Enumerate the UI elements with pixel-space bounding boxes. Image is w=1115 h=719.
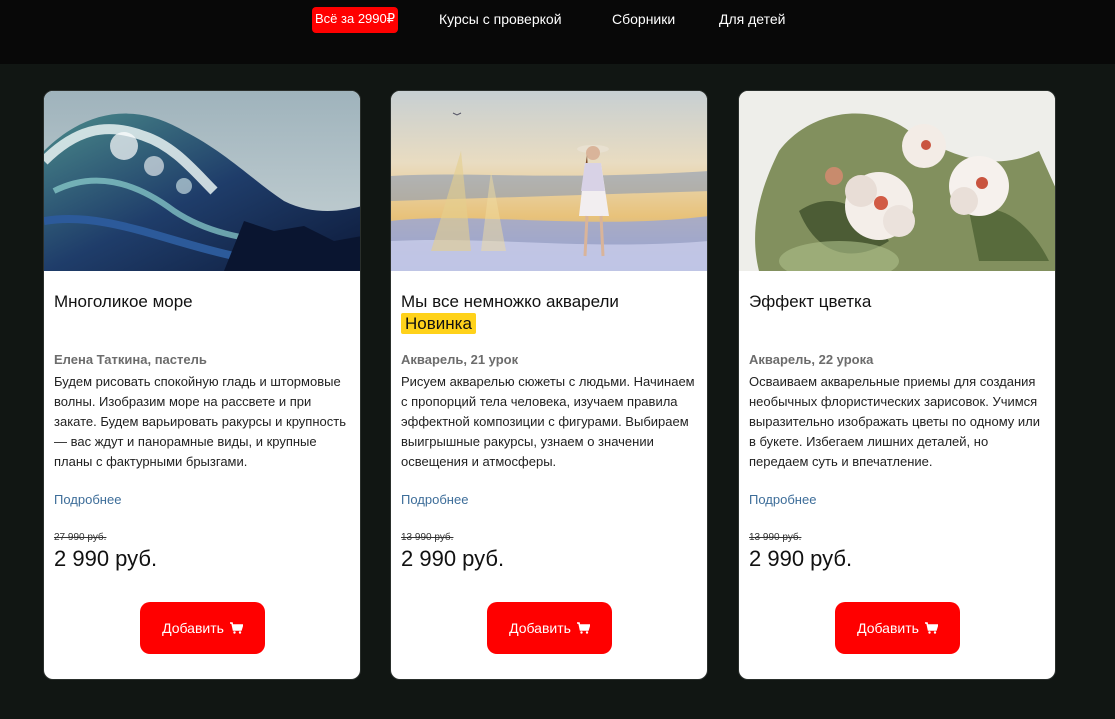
add-to-cart-button[interactable]: Добавить — [487, 602, 612, 654]
nav-item-for-kids[interactable]: Для детей — [719, 8, 785, 32]
add-to-cart-button[interactable]: Добавить — [140, 602, 265, 654]
add-to-cart-button[interactable]: Добавить — [835, 602, 960, 654]
more-link[interactable]: Подробнее — [54, 492, 121, 507]
nav-item-courses-with-review[interactable]: Курсы с проверкой — [439, 8, 562, 32]
course-image-stormy-sea[interactable] — [44, 91, 360, 271]
old-price: 13 990 руб. — [749, 532, 802, 543]
course-description: Осваиваем акварельные приемы для создани… — [749, 374, 1041, 469]
course-meta: Елена Таткина, пастель — [54, 352, 207, 367]
course-description: Рисуем акварелью сюжеты с людьми. Начина… — [401, 374, 695, 469]
top-navigation-bar: Всё за 2990₽ Курсы с проверкой Сборники … — [0, 0, 1115, 64]
add-button-label: Добавить — [857, 620, 919, 636]
cart-icon — [924, 622, 938, 634]
nav-item-collections[interactable]: Сборники — [612, 8, 675, 32]
main-nav: Всё за 2990₽ Курсы с проверкой Сборники … — [0, 0, 1115, 40]
course-title-text[interactable]: Мы все немножко акварели — [401, 292, 619, 311]
course-description: Будем рисовать спокойную гладь и штормов… — [54, 374, 346, 469]
old-price: 13 990 руб. — [401, 532, 454, 543]
course-meta: Акварель, 22 урока — [749, 352, 874, 367]
price: 2 990 руб. — [401, 546, 505, 571]
course-title[interactable]: Эффект цветка — [749, 291, 1049, 312]
cart-icon — [576, 622, 590, 634]
course-image-girl-in-field[interactable] — [391, 91, 707, 271]
more-link[interactable]: Подробнее — [401, 492, 468, 507]
add-button-label: Добавить — [162, 620, 224, 636]
course-card: Мы все немножко акварели Новинка Акварел… — [390, 90, 708, 680]
new-badge: Новинка — [401, 313, 476, 334]
course-image-white-flowers[interactable] — [739, 91, 1055, 271]
add-button-label: Добавить — [509, 620, 571, 636]
course-card: Эффект цветка Акварель, 22 урока Осваива… — [738, 90, 1056, 680]
price: 2 990 руб. — [749, 546, 853, 571]
course-card: Многоликое море Елена Таткина, пастель Б… — [43, 90, 361, 680]
course-title-text[interactable]: Эффект цветка — [749, 292, 871, 311]
nav-item-all-for-2990[interactable]: Всё за 2990₽ — [312, 7, 399, 33]
course-title[interactable]: Многоликое море — [54, 291, 354, 312]
course-title[interactable]: Мы все немножко акварели Новинка — [401, 291, 701, 334]
old-price: 27 990 руб. — [54, 532, 107, 543]
more-link[interactable]: Подробнее — [749, 492, 816, 507]
cart-icon — [229, 622, 243, 634]
price: 2 990 руб. — [54, 546, 158, 571]
course-title-text[interactable]: Многоликое море — [54, 292, 193, 311]
course-meta: Акварель, 21 урок — [401, 352, 519, 367]
